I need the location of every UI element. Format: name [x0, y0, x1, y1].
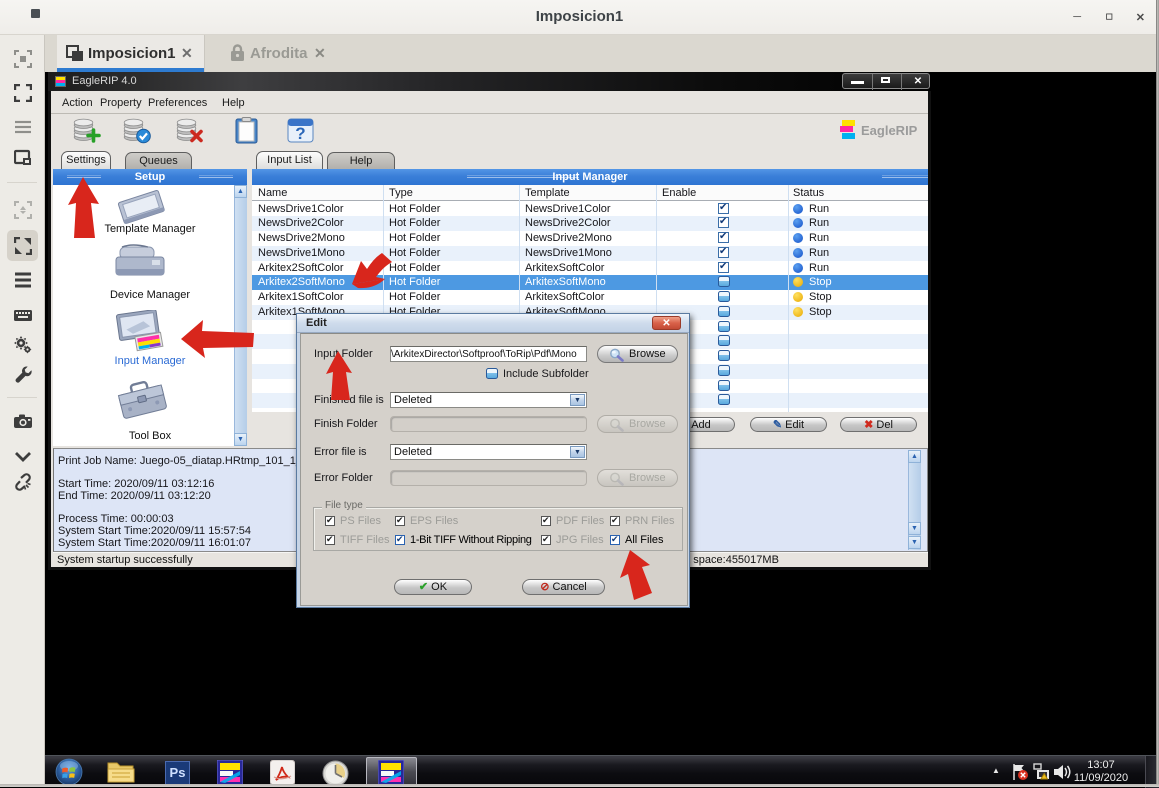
svg-text:?: ?	[295, 124, 305, 143]
